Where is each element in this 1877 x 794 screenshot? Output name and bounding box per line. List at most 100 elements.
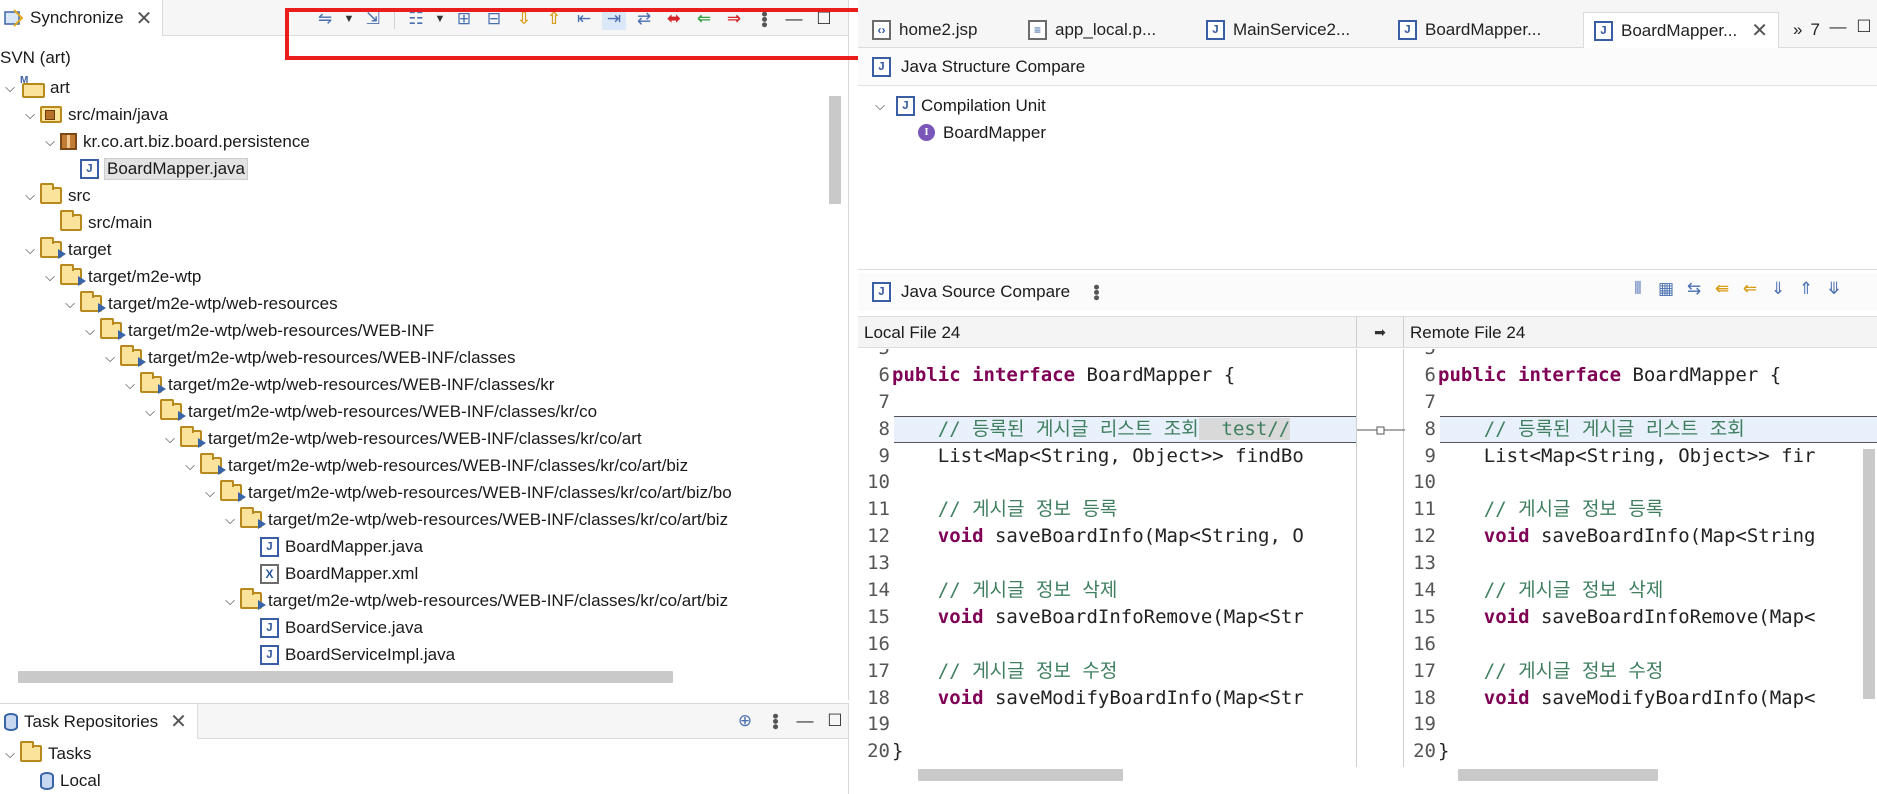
chevron-down-icon[interactable]: ⌵ [40,267,60,287]
vertical-scrollbar[interactable] [829,96,841,204]
tree-item[interactable]: ⌵ target/m2e-wtp/web-resources/WEB-INF/cl… [0,344,826,371]
vertical-scrollbar[interactable] [1863,449,1875,699]
collapse-all-icon[interactable]: ⊟ [482,8,506,30]
next-change-icon[interactable]: ⤋ [1822,278,1846,300]
tree-item[interactable]: ⌵ target/m2e-wtp/web-resources/WEB-INF/cl… [0,506,826,533]
editor-tab[interactable]: J BoardMapper... [1388,12,1551,48]
tree-item[interactable]: ⌵ target/m2e-wtp [0,263,826,290]
copy-all-left-icon[interactable]: ⇚ [1710,278,1734,300]
next-difference-icon[interactable]: ⇩ [512,8,536,30]
synchronize-action-icon[interactable]: ⇋ [313,8,337,30]
minimize-icon[interactable]: — [793,710,817,732]
tree-item[interactable]: ⌵ target/m2e-wtp/web-resources/WEB-INF/cl… [0,452,826,479]
maximize-icon[interactable]: ☐ [823,710,847,732]
ignore-whitespace-icon[interactable]: ⫴ [1626,278,1650,300]
close-icon[interactable]: ✕ [170,709,187,734]
tree-item[interactable]: ⌵JBoardMapper.java [0,533,826,560]
chevron-down-icon[interactable]: ▼ [343,8,355,30]
minimize-icon[interactable]: — [1826,16,1850,38]
pin-icon[interactable]: ⇲ [361,8,385,30]
editor-tab[interactable]: ‹› home2.jsp [862,12,987,48]
task-repositories-tab[interactable]: Task Repositories ✕ [0,704,198,739]
synchronize-tab[interactable]: Synchronize ✕ [0,0,164,36]
code-comment: // 게시글 정보 등록 [892,498,1118,521]
tree-item[interactable]: ⌵ kr.co.art.biz.board.persistence [0,128,826,155]
tree-item[interactable]: ⌵ src/main/java [0,101,826,128]
chevron-down-icon[interactable]: ⌵ [20,186,40,206]
commit-icon[interactable]: ⇒ [722,8,746,30]
tree-item[interactable]: ⌵ target/m2e-wtp/web-resources/WEB-INF [0,317,826,344]
remote-code-pane[interactable]: 56public interface BoardMapper {78 // 등록… [1404,349,1877,767]
editor-tab[interactable]: J MainService2... [1196,12,1360,48]
show-ancestor-icon[interactable]: ▦ [1654,278,1678,300]
tree-item[interactable]: ⌵ target/m2e-wtp/web-resources/WEB-INF/cl… [0,425,826,452]
tree-item[interactable]: ⌵ Tasks [0,740,101,767]
maximize-icon[interactable]: ☐ [812,8,836,30]
view-menu-icon[interactable]: ••• [763,710,787,732]
chevron-down-icon[interactable]: ⌵ [80,321,100,341]
update-icon[interactable]: ⇐ [692,8,716,30]
code-line: 13 [1404,550,1877,577]
chevron-down-icon[interactable]: ⌵ [220,510,240,530]
tree-item[interactable]: ⌵XBoardMapper.xml [0,560,826,587]
chevron-down-icon[interactable]: ⌵ [100,348,120,368]
chevron-down-icon[interactable]: ⌵ [870,96,890,116]
editor-tab[interactable]: ≡ app_local.p... [1018,12,1166,48]
close-icon[interactable]: ✕ [1751,18,1768,43]
conflicts-mode-icon[interactable]: ⬌ [662,8,686,30]
view-menu-icon[interactable]: ••• [1084,281,1108,303]
minimize-icon[interactable]: — [782,8,806,30]
next-difference-icon[interactable]: ⇓ [1766,278,1790,300]
tree-item[interactable]: ⌵JBoardServiceImpl.java [0,641,826,668]
outgoing-mode-icon[interactable]: ⇥ [602,8,626,30]
chevron-down-icon[interactable]: ⌵ [0,744,20,764]
local-horizontal-scrollbar[interactable] [918,769,1123,781]
tree-item[interactable]: ⌵ target/m2e-wtp/web-resources/WEB-INF/cl… [0,398,826,425]
chevron-down-icon[interactable]: ⌵ [120,375,140,395]
local-code-pane[interactable]: 56public interface BoardMapper {78 // 등록… [858,349,1356,767]
chevron-down-icon[interactable]: ⌵ [0,78,20,98]
previous-difference-icon[interactable]: ⇧ [542,8,566,30]
editor-tab[interactable]: J BoardMapper... ✕ [1583,12,1780,48]
horizontal-scrollbar[interactable] [18,671,673,683]
copy-current-left-icon[interactable]: ⇐ [1738,278,1762,300]
synchronize-toolbar: ⇋ ▼ ⇲ ☷ ▼ ⊞ ⊟ ⇩ ⇧ ⇤ ⇥ ⇄ ⬌ ⇐ ⇒ ••• — ☐ [313,8,836,30]
add-repository-icon[interactable]: ⊕ [733,710,757,732]
tree-item[interactable]: ⌵ target/m2e-wtp/web-resources/WEB-INF/cl… [0,479,826,506]
expand-all-icon[interactable]: ⊞ [452,8,476,30]
tree-item[interactable]: ⌵src/main [0,209,826,236]
view-menu-icon[interactable]: ••• [752,8,776,30]
tree-item[interactable]: ⌵ target/m2e-wtp/web-resources/WEB-INF/cl… [0,371,826,398]
tree-item[interactable]: ⌵ target/m2e-wtp/web-resources/WEB-INF/cl… [0,587,826,614]
chevron-down-icon[interactable]: ⌵ [20,240,40,260]
tree-item[interactable]: ⌵ J Compilation Unit [870,92,1877,119]
incoming-mode-icon[interactable]: ⇤ [572,8,596,30]
tree-item[interactable]: ⌵ target/m2e-wtp/web-resources [0,290,826,317]
chevron-down-icon[interactable]: ⌵ [140,402,160,422]
chevron-down-icon[interactable]: ⌵ [60,294,80,314]
chevron-down-icon[interactable]: ⌵ [200,483,220,503]
code-line: 8 // 등록된 게시글 리스트 조회 [1404,415,1877,443]
swap-sides-icon[interactable]: ⇆ [1682,278,1706,300]
tree-item[interactable]: ⌵ art [0,74,826,101]
tree-item[interactable]: I BoardMapper [870,119,1877,146]
tree-item[interactable]: ⌵ target [0,236,826,263]
previous-difference-icon[interactable]: ⇑ [1794,278,1818,300]
tree-item[interactable]: ⌵ src [0,182,826,209]
chevron-down-icon[interactable]: ⌵ [160,429,180,449]
tree-item[interactable]: ⌵JBoardMapper.java [0,155,826,182]
tree-item[interactable]: ⌵JBoardService.java [0,614,826,641]
both-modes-icon[interactable]: ⇄ [632,8,656,30]
close-icon[interactable]: ✕ [136,6,153,31]
remote-horizontal-scrollbar[interactable] [1458,769,1658,781]
chevron-down-icon[interactable]: ⌵ [20,105,40,125]
tab-overflow-button[interactable]: » 7 [1783,12,1830,48]
chevron-down-icon[interactable]: ⌵ [40,132,60,152]
maximize-icon[interactable]: ☐ [1852,16,1876,38]
tree-item-label: BoardMapper.java [285,536,423,556]
chevron-down-icon[interactable]: ⌵ [180,456,200,476]
chevron-down-icon[interactable]: ⌵ [220,591,240,611]
chevron-down-icon[interactable]: ▼ [434,8,446,30]
layout-icon[interactable]: ☷ [404,8,428,30]
tree-item[interactable]: ⌵Local [0,767,101,794]
